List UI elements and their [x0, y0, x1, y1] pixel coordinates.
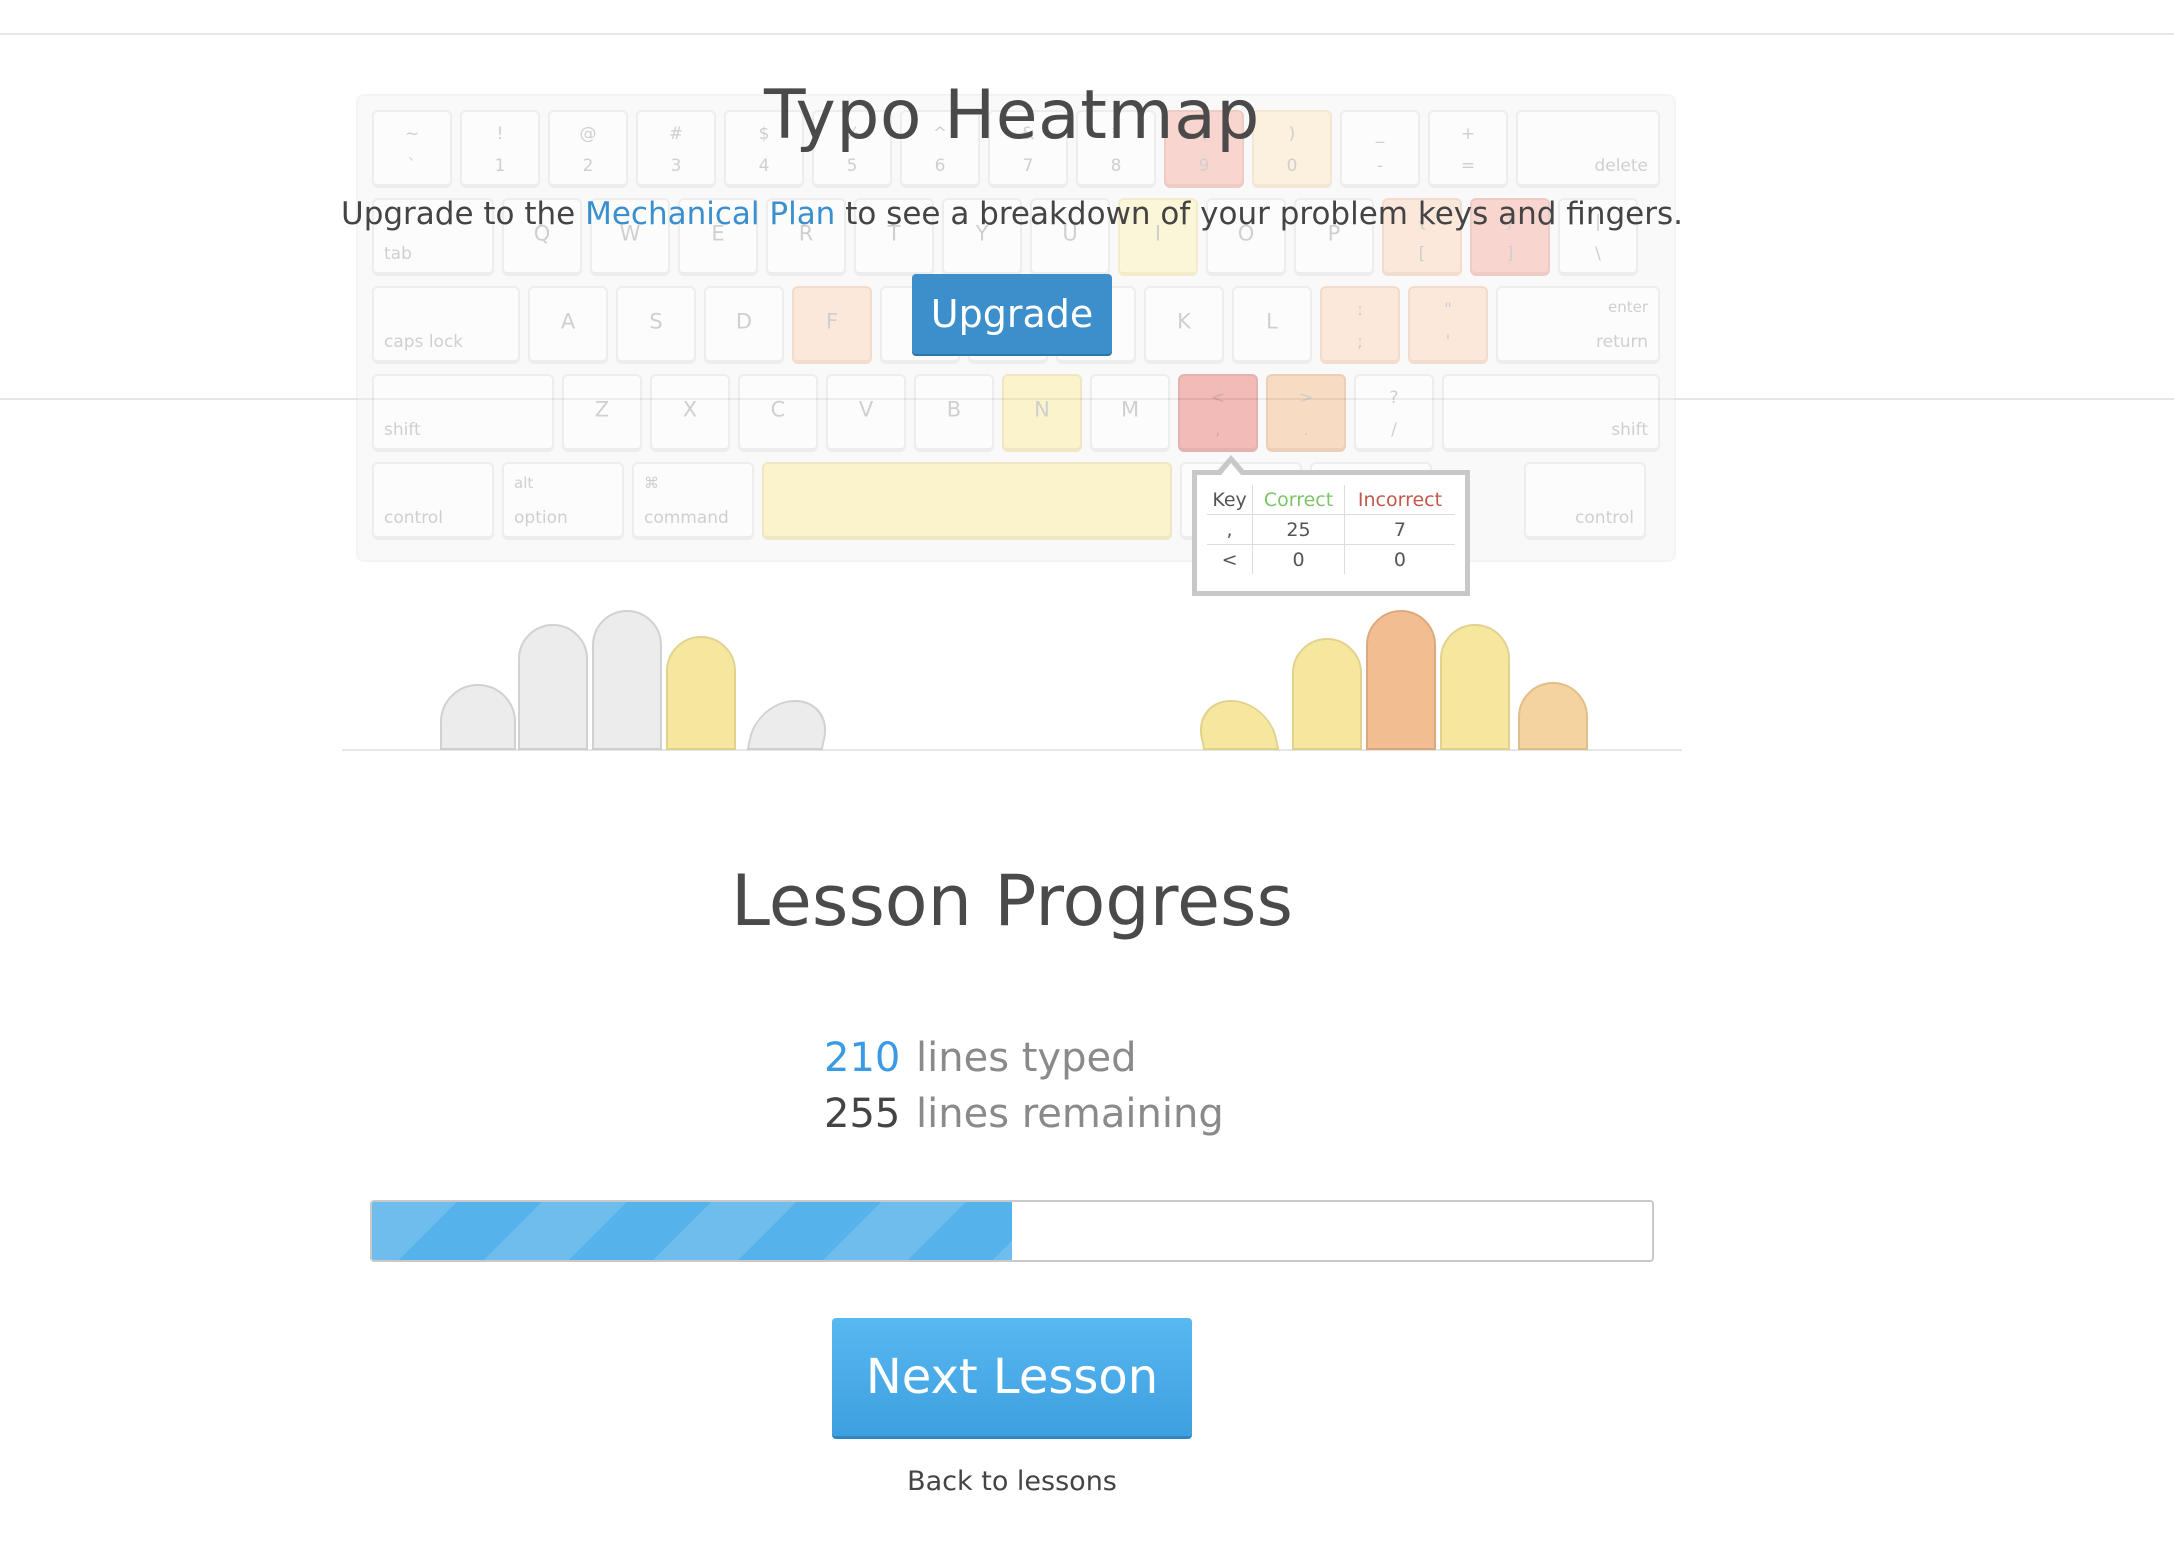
left-middle-finger [592, 610, 662, 750]
lines-typed-label: lines typed [916, 1035, 1137, 1081]
tooltip-correct: 0 [1252, 544, 1345, 574]
upgrade-button[interactable]: Upgrade [912, 274, 1112, 354]
right-pinky-finger [1518, 682, 1588, 750]
heatmap-desc-after: to see a breakdown of your problem keys … [835, 196, 1683, 232]
tooltip-header-incorrect: Incorrect [1343, 485, 1455, 515]
right-ring-finger [1440, 624, 1510, 750]
tooltip-header-correct: Correct [1252, 485, 1345, 515]
right-index-finger [1292, 638, 1362, 750]
lines-typed-count: 210 [824, 1035, 901, 1081]
lines-typed-stat: 210 lines typed [824, 1035, 1137, 1081]
tooltip-incorrect: 7 [1343, 514, 1455, 545]
tooltip-incorrect: 0 [1343, 544, 1455, 574]
tooltip-header-key: Key [1212, 488, 1247, 511]
heatmap-title: Typo Heatmap [764, 76, 1260, 155]
left-ring-finger [518, 624, 588, 750]
next-lesson-button[interactable]: Next Lesson [832, 1318, 1192, 1436]
tooltip-key: < [1207, 544, 1253, 574]
lines-remaining-count: 255 [824, 1091, 901, 1137]
key-stats-tooltip: Key Correct Incorrect , 25 7 < 0 0 [1192, 455, 1470, 596]
lesson-progress-fill [372, 1202, 1012, 1260]
table-row: < 0 0 [1207, 544, 1455, 574]
key-stats-table: Key Correct Incorrect , 25 7 < 0 0 [1207, 485, 1455, 574]
heatmap-description: Upgrade to the Mechanical Plan to see a … [0, 196, 2024, 232]
tooltip-key: , [1207, 514, 1253, 545]
left-pinky-finger [440, 684, 516, 750]
lesson-progress-bar [370, 1200, 1654, 1262]
heatmap-desc-before: Upgrade to the [341, 196, 586, 232]
lines-remaining-stat: 255 lines remaining [824, 1091, 1224, 1137]
table-row: , 25 7 [1207, 514, 1455, 545]
lines-remaining-label: lines remaining [916, 1091, 1224, 1137]
right-middle-finger [1366, 610, 1436, 750]
mechanical-plan-link[interactable]: Mechanical Plan [585, 196, 835, 232]
left-index-finger [666, 636, 736, 750]
right-thumb [1192, 700, 1280, 750]
lesson-progress-title: Lesson Progress [731, 860, 1293, 942]
tooltip-correct: 25 [1252, 514, 1345, 545]
back-to-lessons-link[interactable]: Back to lessons [0, 1466, 2024, 1497]
left-thumb [746, 700, 834, 750]
